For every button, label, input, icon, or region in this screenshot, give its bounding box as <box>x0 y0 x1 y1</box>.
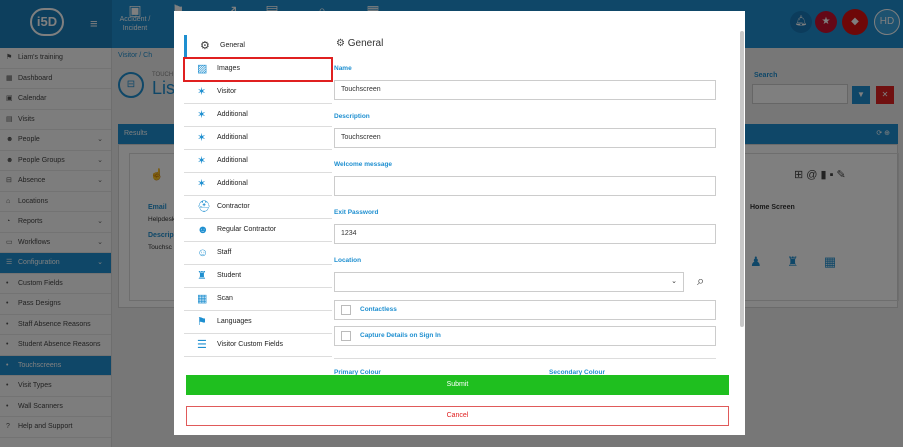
submit-button[interactable]: Submit <box>186 375 729 395</box>
capture-row[interactable]: Capture Details on Sign In <box>334 326 716 346</box>
modal-nav-label: Images <box>217 65 240 72</box>
modal-nav-general[interactable]: ⚙ General <box>184 35 332 58</box>
walker-icon: ✶ <box>197 109 207 121</box>
modal-nav-staff[interactable]: ☺ Staff <box>184 242 332 265</box>
modal-nav-additional[interactable]: ✶ Additional <box>184 104 332 127</box>
description-label: Description <box>334 113 370 120</box>
list-icon: ☰ <box>197 339 207 351</box>
hardhat-icon: ⛑ <box>197 201 211 213</box>
gears-icon: ⚙ <box>200 40 210 52</box>
modal-nav-label: General <box>220 42 245 49</box>
name-label: Name <box>334 65 352 72</box>
contractor-icon: ☻ <box>197 224 209 236</box>
cancel-button[interactable]: Cancel <box>186 406 729 426</box>
description-input[interactable]: Touchscreen <box>334 128 716 148</box>
contactless-label: Contactless <box>360 306 397 313</box>
modal-nav-label: Additional <box>217 134 248 141</box>
modal-nav-student[interactable]: ♜ Student <box>184 265 332 288</box>
gears-icon: ⚙ <box>336 38 345 49</box>
welcome-label: Welcome message <box>334 161 393 168</box>
modal-nav-label: Additional <box>217 157 248 164</box>
capture-label: Capture Details on Sign In <box>360 332 441 339</box>
modal-nav-label: Staff <box>217 249 232 256</box>
name-input[interactable]: Touchscreen <box>334 80 716 100</box>
walker-icon: ✶ <box>197 178 207 190</box>
location-label: Location <box>334 257 362 264</box>
modal-nav-languages[interactable]: ⚑ Languages <box>184 311 332 334</box>
modal-nav-visitor[interactable]: ✶ Visitor <box>184 81 332 104</box>
modal-nav-additional[interactable]: ✶ Additional <box>184 150 332 173</box>
modal-scrollbar[interactable] <box>740 31 744 327</box>
search-icon[interactable]: ⌕ <box>697 273 704 289</box>
exit-password-label: Exit Password <box>334 209 379 216</box>
location-select[interactable]: ⌄ ⌕ <box>334 272 704 292</box>
modal-nav-label: Languages <box>217 318 252 325</box>
section-heading: ⚙ General <box>336 38 383 49</box>
touchscreen-modal: ⚙ General ▨ Images ✶ Visitor ✶ Additional ✶ Addit… <box>174 11 745 435</box>
modal-nav-label: Scan <box>217 295 233 302</box>
exit-password-input[interactable]: 1234 <box>334 224 716 244</box>
modal-nav-label: Contractor <box>217 203 250 210</box>
modal-nav-label: Visitor <box>217 88 237 95</box>
modal-nav-regular-contractor[interactable]: ☻ Regular Contractor <box>184 219 332 242</box>
chevron-down-icon: ⌄ <box>671 278 677 285</box>
modal-nav-contractor[interactable]: ⛑ Contractor <box>184 196 332 219</box>
general-form: Name Touchscreen Description Touchscreen… <box>334 65 716 390</box>
modal-nav-additional[interactable]: ✶ Additional <box>184 127 332 150</box>
modal-nav-label: Regular Contractor <box>217 226 277 233</box>
contactless-row[interactable]: Contactless <box>334 300 716 320</box>
contactless-checkbox[interactable] <box>341 305 351 315</box>
qr-icon: ▦ <box>197 293 208 305</box>
modal-nav-label: Visitor Custom Fields <box>217 341 284 348</box>
modal-nav-label: Student <box>217 272 242 279</box>
modal-nav-images[interactable]: ▨ Images <box>183 57 333 82</box>
walker-icon: ✶ <box>197 132 207 144</box>
modal-nav-label: Additional <box>217 180 248 187</box>
welcome-input[interactable] <box>334 176 716 196</box>
walker-icon: ✶ <box>197 86 207 98</box>
modal-nav: ⚙ General ▨ Images ✶ Visitor ✶ Additional ✶ Addit… <box>183 35 333 357</box>
staff-icon: ☺ <box>197 247 209 259</box>
modal-nav-visitor-custom-fields[interactable]: ☰ Visitor Custom Fields <box>184 334 332 357</box>
flag-icon: ⚑ <box>197 316 207 328</box>
walker-icon: ✶ <box>197 155 207 167</box>
capture-checkbox[interactable] <box>341 331 351 341</box>
section-heading-text: General <box>347 38 384 49</box>
modal-nav-label: Additional <box>217 111 248 118</box>
app-window: i5D ≡ ▣ Accident / Incident ⚑ ↗ ▤ ⌕ ▦ 🔔︎… <box>0 0 903 447</box>
modal-nav-scan[interactable]: ▦ Scan <box>184 288 332 311</box>
modal-nav-additional[interactable]: ✶ Additional <box>184 173 332 196</box>
student-icon: ♜ <box>197 270 207 282</box>
image-icon: ▨ <box>197 63 208 75</box>
